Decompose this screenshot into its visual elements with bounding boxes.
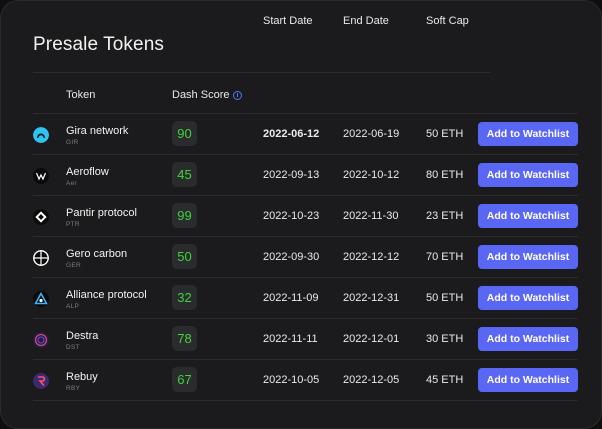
dash-score-badge: 32 [172,285,197,310]
dash-score-label: Dash Score [172,89,230,101]
info-icon[interactable] [233,90,243,100]
soft-cap: 23 ETH [426,210,464,222]
column-header-end-date[interactable]: End Date [343,15,389,27]
token-symbol: DST [66,344,80,351]
gira-logo-icon [33,127,49,143]
table-row[interactable]: Alliance protocol ALP 32 2022-11-09 2022… [33,278,578,319]
card-title: Presale Tokens [33,34,164,55]
soft-cap: 50 ETH [426,292,464,304]
token-name[interactable]: Alliance protocol [66,289,147,301]
aeroflow-logo-icon [33,168,49,184]
add-to-watchlist-button[interactable]: Add to Watchlist [478,327,578,351]
token-symbol: GER [66,262,81,269]
column-header-soft-cap[interactable]: Soft Cap [426,15,469,27]
add-to-watchlist-button[interactable]: Add to Watchlist [478,286,578,310]
table-row[interactable]: Pantir protocol PTR 99 2022-10-23 2022-1… [33,196,578,237]
add-to-watchlist-button[interactable]: Add to Watchlist [478,122,578,146]
start-date: 2022-10-23 [263,210,320,222]
alliance-logo-icon [33,291,49,307]
soft-cap: 30 ETH [426,333,464,345]
table-row[interactable]: Aeroflow Aer 45 2022-09-13 2022-10-12 80… [33,155,578,196]
table-row[interactable]: Rebuy RBY 67 2022-10-05 2022-12-05 45 ET… [33,360,578,401]
table-row[interactable]: Destra DST 78 2022-11-11 2022-12-01 30 E… [33,319,578,360]
table-row[interactable]: Gira network GIR 90 2022-06-12 2022-06-1… [33,113,578,155]
start-date: 2022-11-09 [263,292,319,304]
add-to-watchlist-button[interactable]: Add to Watchlist [478,163,578,187]
soft-cap: 50 ETH [426,128,464,140]
token-symbol: ALP [66,303,80,310]
start-date: 2022-11-11 [263,333,318,345]
token-symbol: GIR [66,139,79,146]
dash-score-badge: 99 [172,203,197,228]
add-to-watchlist-button[interactable]: Add to Watchlist [478,245,578,269]
rebuy-logo-icon [33,373,49,389]
column-header-dash-score[interactable]: Dash Score [172,89,243,101]
end-date: 2022-11-30 [343,210,399,222]
token-name[interactable]: Pantir protocol [66,207,137,219]
soft-cap: 45 ETH [426,374,464,386]
end-date: 2022-06-19 [343,128,400,140]
start-date: 2022-09-13 [263,169,320,181]
add-to-watchlist-button[interactable]: Add to Watchlist [478,204,578,228]
dash-score-badge: 50 [172,244,197,269]
start-date: 2022-09-30 [263,251,320,263]
token-name[interactable]: Gero carbon [66,248,127,260]
table-row[interactable]: Gero carbon GER 50 2022-09-30 2022-12-12… [33,237,578,278]
end-date: 2022-12-05 [343,374,400,386]
soft-cap: 70 ETH [426,251,464,263]
presale-tokens-card: Presale Tokens Token Dash Score Start Da… [0,0,602,429]
start-date: 2022-10-05 [263,374,320,386]
dash-score-badge: 78 [172,326,197,351]
destra-logo-icon [33,332,49,348]
header-divider [33,72,491,73]
token-symbol: RBY [66,385,81,392]
dash-score-badge: 67 [172,367,197,392]
column-header-token[interactable]: Token [66,89,95,101]
token-symbol: Aer [66,180,78,187]
dash-score-badge: 45 [172,162,197,187]
token-name[interactable]: Rebuy [66,371,98,383]
token-symbol: PTR [66,221,80,228]
row-divider [33,113,578,114]
add-to-watchlist-button[interactable]: Add to Watchlist [478,368,578,392]
token-name[interactable]: Aeroflow [66,166,109,178]
end-date: 2022-10-12 [343,169,400,181]
end-date: 2022-12-01 [343,333,400,345]
pantir-logo-icon [33,209,49,225]
dash-score-badge: 90 [172,121,197,146]
end-date: 2022-12-12 [343,251,400,263]
row-divider [33,400,578,401]
column-header-start-date[interactable]: Start Date [263,15,313,27]
start-date: 2022-06-12 [263,128,320,140]
end-date: 2022-12-31 [343,292,400,304]
token-name[interactable]: Gira network [66,125,128,137]
token-name[interactable]: Destra [66,330,98,342]
gero-logo-icon [33,250,49,266]
soft-cap: 80 ETH [426,169,464,181]
